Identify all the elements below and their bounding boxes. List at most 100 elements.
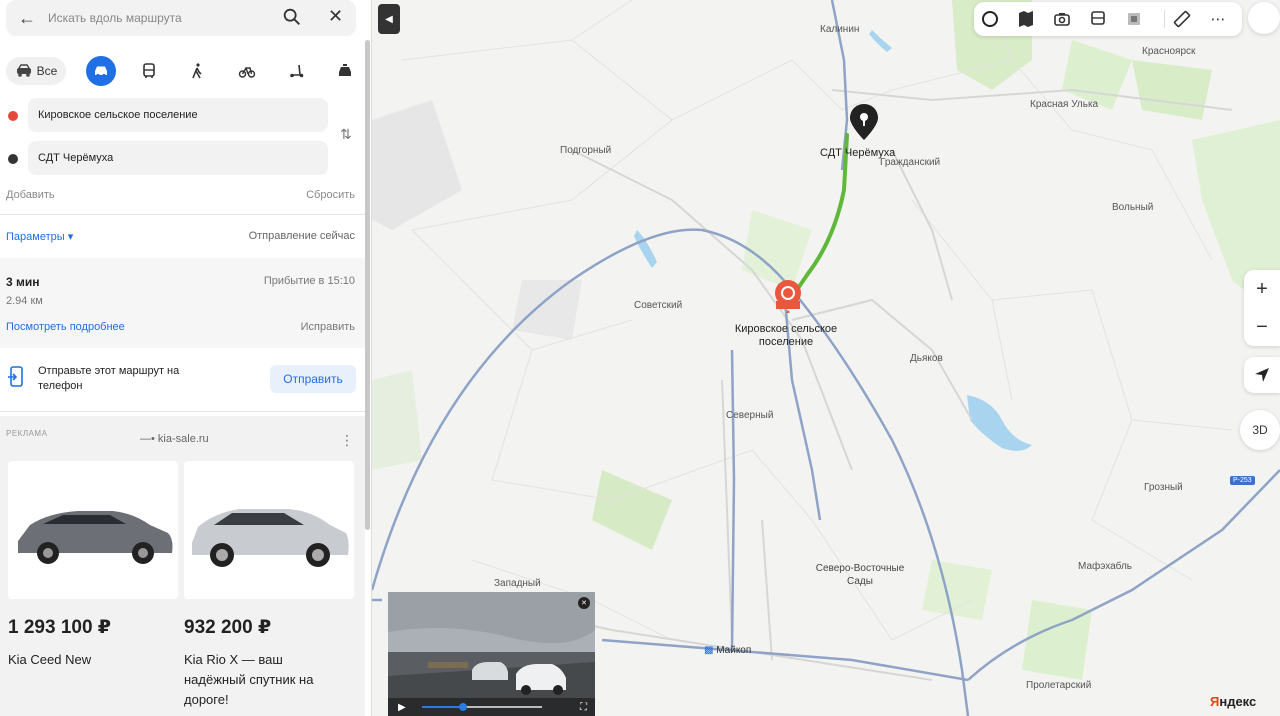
transit-icon[interactable] (1088, 9, 1108, 29)
map-label-proletarsky: Пролетарский (1026, 680, 1092, 691)
car-image-1[interactable] (8, 461, 178, 599)
map-label-podgorny: Подгорный (560, 145, 612, 156)
destination-pin-icon[interactable] (850, 104, 878, 140)
fullscreen-icon[interactable]: ⛶ (580, 702, 587, 713)
map-label-krasnaya-ulka: Красная Улька (1030, 99, 1099, 110)
swap-points-icon[interactable]: ⇅ (340, 126, 352, 143)
send-button[interactable]: Отправить (270, 365, 356, 393)
map-label-kirovskoe: Кировское сельское поселение (734, 323, 838, 348)
details-link[interactable]: Посмотреть подробнее (6, 321, 125, 333)
car-image-2[interactable] (184, 461, 354, 599)
route-panel: ← ✕ Все Кировское сельское поселение СДТ (0, 0, 372, 716)
mode-all-button[interactable]: Все (6, 57, 66, 85)
ad-block[interactable]: РЕКЛАМА —• kia-sale.ru ⋮ 1 293 100 ₽ Kia… (0, 416, 365, 716)
panorama-icon[interactable] (1124, 9, 1144, 29)
scooter-icon (290, 64, 304, 78)
origin-dot (8, 111, 18, 121)
mode-walk-button[interactable] (182, 56, 212, 86)
map-book-icon[interactable] (1016, 9, 1036, 29)
send-text: Отправьте этот маршрут на телефон (38, 365, 180, 392)
mode-car-button[interactable] (86, 56, 116, 86)
video-progress-track[interactable] (422, 703, 542, 711)
arrival-time: Прибытие в 15:10 (263, 275, 355, 287)
car-icon (95, 66, 107, 78)
pedestrian-icon (192, 63, 202, 79)
origin-field[interactable]: Кировское сельское поселение (28, 98, 328, 132)
zoom-out-button[interactable]: − (1244, 308, 1280, 346)
parameters-dropdown[interactable]: Параметры ▾ (6, 230, 73, 243)
ad-site[interactable]: —• kia-sale.ru (140, 433, 209, 445)
taxi-icon (339, 64, 351, 76)
destination-field[interactable]: СДТ Черёмуха (28, 141, 328, 175)
more-vertical-icon[interactable]: ⋮ (340, 432, 354, 449)
divider (0, 411, 365, 412)
video-progress-knob[interactable] (458, 703, 467, 711)
map-label-maykop-text: Майкоп (716, 645, 752, 656)
car-rio-image (192, 509, 349, 567)
ad-label: РЕКЛАМА (6, 429, 48, 438)
map-label-kalinin: Калинин (820, 24, 860, 35)
ad-price-1: 1 293 100 ₽ (8, 617, 112, 638)
more-horizontal-icon[interactable]: ⋯ (1208, 9, 1228, 29)
zoom-controls: + − (1244, 270, 1280, 346)
map-label-mafekhabl: Мафэхабль (1078, 561, 1132, 572)
video-close-icon[interactable]: ✕ (578, 597, 590, 609)
video-player[interactable]: ✕ ▶ ⛶ (388, 592, 595, 716)
train-station-icon: ▩ (704, 645, 714, 656)
search-icon[interactable] (281, 6, 303, 28)
fix-link[interactable]: Исправить (301, 321, 355, 333)
sidebar-scrollbar[interactable] (365, 40, 370, 530)
ad-site-text: kia-sale.ru (157, 433, 209, 445)
map-label-krasnoyarsk: Красноярск (1142, 46, 1196, 57)
map-label-grazhdansky: Гражданский (880, 157, 941, 168)
bicycle-icon (238, 67, 256, 78)
reset-link[interactable]: Сбросить (306, 189, 355, 201)
route-summary[interactable]: 3 мин 2.94 км Прибытие в 15:10 Посмотрет… (0, 258, 365, 348)
map-label-zapadny: Западный (494, 578, 541, 589)
mode-bus-button[interactable] (134, 56, 164, 86)
mode-scooter-button[interactable] (282, 56, 312, 86)
close-icon[interactable]: ✕ (328, 6, 343, 27)
map-label-volny: Вольный (1112, 202, 1154, 213)
ad-price-2: 932 200 ₽ (184, 617, 272, 638)
map-label-severo-vostochnye: Северо-Восточные Сады (815, 563, 905, 587)
ruler-icon[interactable] (1172, 9, 1192, 29)
globe-icon[interactable] (1248, 2, 1280, 34)
add-point-link[interactable]: Добавить (6, 189, 55, 201)
video-controls: ▶ ⛶ (388, 698, 595, 716)
back-arrow-icon[interactable]: ← (18, 8, 36, 29)
collapse-panel-button[interactable]: ◀ (378, 4, 400, 34)
yandex-logo: Яндекс (1210, 694, 1257, 709)
ad-title-1[interactable]: Kia Ceed New (8, 650, 168, 670)
destination-dot (8, 154, 18, 164)
map-label-severny: Северный (726, 410, 774, 421)
phone-send-icon (8, 366, 23, 387)
toggle-3d-button[interactable]: 3D (1240, 410, 1280, 450)
video-progress-fill (422, 706, 463, 708)
brand-rest: ндекс (1219, 694, 1257, 709)
divider (0, 214, 365, 215)
bus-icon (143, 63, 155, 78)
zoom-in-button[interactable]: + (1244, 270, 1280, 308)
travel-distance: 2.94 км (6, 295, 43, 307)
transport-mode-selector: Все (6, 54, 360, 88)
camera-icon[interactable] (1052, 9, 1072, 29)
destination-label: СДТ Черёмуха (38, 152, 114, 164)
layers-circle-icon[interactable] (980, 9, 1000, 29)
map-label-grozny: Грозный (1144, 482, 1183, 493)
map-label-dyakov: Дьяков (910, 353, 943, 364)
locate-me-button[interactable] (1244, 357, 1280, 393)
toggle-3d-label: 3D (1252, 423, 1268, 437)
toolbar-separator (1164, 10, 1165, 28)
map-label-sovetsky: Советский (634, 300, 683, 311)
origin-poi-icon[interactable] (773, 279, 803, 313)
departure-time[interactable]: Отправление сейчас (249, 230, 355, 242)
origin-label: Кировское сельское поселение (38, 109, 198, 121)
ad-title-2[interactable]: Kia Rio X — ваш надёжный спутник на доро… (184, 650, 344, 710)
search-along-route-input[interactable] (48, 9, 268, 27)
car-multi-icon (16, 64, 31, 77)
map-toolbar: ⋯ (974, 2, 1242, 36)
mode-taxi-button[interactable] (330, 56, 360, 86)
play-icon[interactable]: ▶ (398, 702, 406, 713)
mode-bike-button[interactable] (232, 56, 262, 86)
